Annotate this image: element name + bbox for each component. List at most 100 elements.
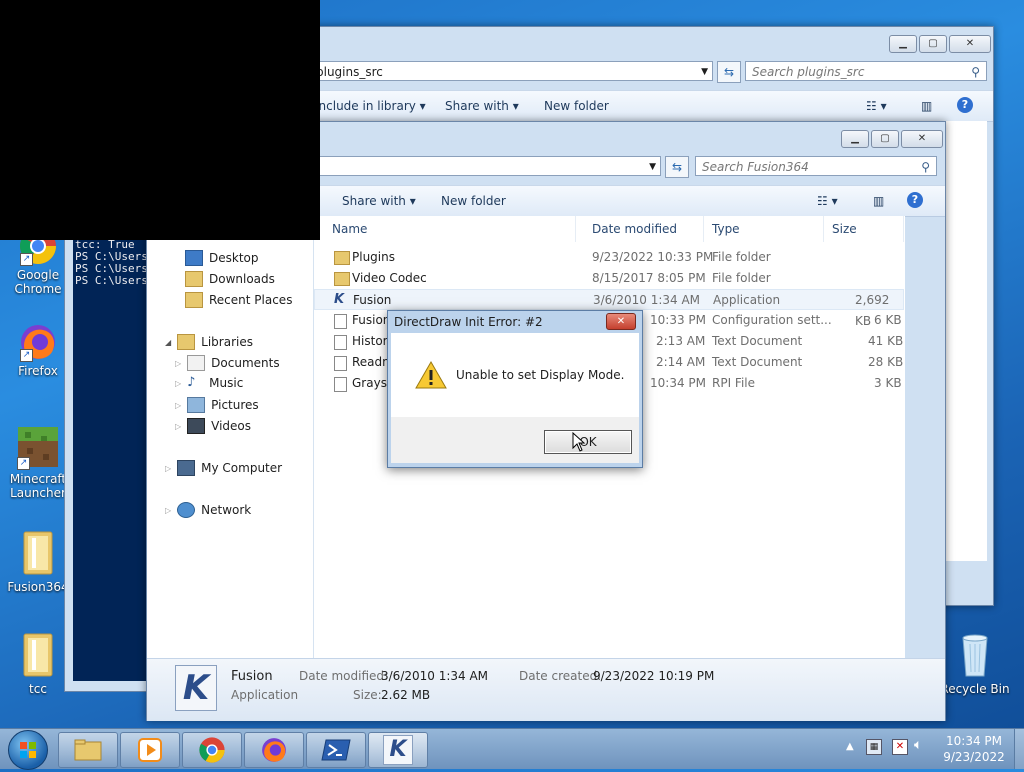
- error-dialog[interactable]: DirectDraw Init Error: #2 ✕ Unable to se…: [387, 310, 643, 468]
- desktop-icon-recycle-bin[interactable]: Recycle Bin: [940, 630, 1010, 696]
- fusion-app-icon: K: [383, 735, 413, 765]
- expand-arrow-icon[interactable]: ▷: [175, 379, 181, 388]
- details-modified: 3/6/2010 1:34 AM: [381, 669, 489, 683]
- view-options-icon[interactable]: ☷ ▾: [866, 99, 887, 113]
- ok-button[interactable]: OK: [544, 430, 632, 454]
- nav-item-libraries[interactable]: ◢ Libraries: [165, 334, 253, 350]
- column-header-name[interactable]: Name: [324, 216, 576, 242]
- desktop-icon-label: tcc: [29, 682, 47, 696]
- desktop-icon-label: Google Chrome: [14, 268, 62, 296]
- nav-item-recent-places[interactable]: Recent Places: [185, 292, 292, 308]
- file-icon: [334, 377, 347, 392]
- navigation-pane: Desktop Downloads Recent Places ◢ Librar…: [147, 216, 314, 658]
- details-size: 2.62 MB: [381, 688, 431, 702]
- search-input[interactable]: Search Fusion364 ⚲: [695, 156, 937, 176]
- details-kind: Application: [231, 688, 299, 702]
- taskbar-fusion[interactable]: K: [368, 732, 428, 768]
- nav-item-my-computer[interactable]: ▷ My Computer: [165, 460, 282, 476]
- recent-places-icon: [185, 292, 203, 308]
- desktop-icon-label: Minecraft Launcher: [9, 472, 67, 500]
- taskbar-chrome[interactable]: [182, 732, 242, 768]
- nav-item-pictures[interactable]: ▷ Pictures: [175, 397, 259, 413]
- help-icon[interactable]: ?: [907, 192, 923, 208]
- include-in-library-button[interactable]: Include in library ▾: [315, 99, 426, 113]
- share-with-button[interactable]: Share with ▾: [445, 99, 519, 113]
- nav-item-documents[interactable]: ▷ Documents: [175, 355, 280, 371]
- expand-arrow-icon[interactable]: ▷: [165, 506, 171, 515]
- file-row-selected[interactable]: K Fusion 3/6/2010 1:34 AM Application 2,…: [314, 289, 904, 328]
- desktop-icon-tcc[interactable]: tcc: [6, 630, 70, 696]
- expand-arrow-icon[interactable]: ▷: [165, 464, 171, 473]
- pictures-icon: [187, 397, 206, 413]
- expand-arrow-icon[interactable]: ▷: [175, 359, 181, 368]
- videos-icon: [187, 418, 206, 434]
- share-with-button[interactable]: Share with ▾: [342, 194, 416, 208]
- search-icon: ⚲: [971, 65, 980, 79]
- taskbar-powershell[interactable]: [306, 732, 366, 768]
- column-header-date[interactable]: Date modified: [584, 216, 704, 242]
- folder-icon: [18, 630, 58, 680]
- powershell-window[interactable]: tcc: True PS C:\Users PS C:\Users PS C:\…: [64, 220, 156, 692]
- column-header-size[interactable]: Size: [824, 216, 904, 242]
- fusion-app-icon: K: [175, 665, 217, 711]
- dialog-message: Unable to set Display Mode.: [456, 368, 625, 382]
- file-row[interactable]: Video Codec 8/15/2017 8:05 PM File folde…: [314, 268, 904, 289]
- help-icon[interactable]: ?: [957, 97, 973, 113]
- start-button[interactable]: [8, 730, 48, 770]
- content-area: [941, 121, 987, 561]
- windows-logo-icon: [20, 742, 36, 758]
- maximize-button[interactable]: ▢: [919, 35, 947, 53]
- nav-item-downloads[interactable]: Downloads: [185, 271, 275, 287]
- chevron-down-icon[interactable]: ▼: [649, 157, 656, 177]
- nav-item-desktop[interactable]: Desktop: [185, 250, 259, 266]
- powershell-console: tcc: True PS C:\Users PS C:\Users PS C:\…: [73, 225, 155, 681]
- view-options-icon[interactable]: ☷ ▾: [817, 194, 838, 208]
- new-folder-button[interactable]: New folder: [544, 99, 609, 113]
- preview-pane-icon[interactable]: ▥: [921, 99, 932, 113]
- preview-pane-icon[interactable]: ▥: [873, 194, 884, 208]
- taskbar-explorer[interactable]: [58, 732, 118, 768]
- dialog-close-button[interactable]: ✕: [606, 313, 636, 330]
- show-hidden-icons-icon[interactable]: ▲: [846, 741, 854, 752]
- minimize-button[interactable]: ▁: [889, 35, 917, 53]
- nav-item-music[interactable]: ▷ ♪ Music: [175, 376, 243, 391]
- clock-date: 9/23/2022: [943, 750, 1005, 764]
- column-header-type[interactable]: Type: [704, 216, 824, 242]
- desktop-icon-label: Firefox: [18, 364, 58, 378]
- expand-arrow-icon[interactable]: ▷: [175, 422, 181, 431]
- close-button[interactable]: ✕: [949, 35, 991, 53]
- maximize-button[interactable]: ▢: [871, 130, 899, 148]
- minimize-button[interactable]: ▁: [841, 130, 869, 148]
- taskbar: K ▲ ▦ ✕ 🔈︎ 10:34 PM 9/23/2022: [0, 728, 1024, 770]
- desktop-icon-label: Recycle Bin: [940, 682, 1010, 696]
- refresh-icon[interactable]: ⇆: [665, 156, 689, 178]
- computer-icon: [177, 460, 196, 476]
- desktop-icon-minecraft[interactable]: ↗ Minecraft Launcher: [6, 424, 70, 500]
- fusion-app-icon: K: [334, 292, 345, 307]
- taskbar-media-player[interactable]: [120, 732, 180, 768]
- clock[interactable]: 10:34 PM 9/23/2022: [940, 733, 1008, 765]
- address-bar[interactable]: ▶ ▼: [307, 156, 661, 176]
- new-folder-button[interactable]: New folder: [441, 194, 506, 208]
- documents-icon: [187, 355, 206, 371]
- expand-arrow-icon[interactable]: ▷: [175, 401, 181, 410]
- search-icon: ⚲: [921, 160, 930, 174]
- show-desktop-button[interactable]: [1014, 729, 1024, 769]
- desktop-icon-fusion364[interactable]: Fusion364: [6, 528, 70, 594]
- close-button[interactable]: ✕: [901, 130, 943, 148]
- firefox-icon: ↗: [18, 322, 58, 362]
- nav-item-videos[interactable]: ▷ Videos: [175, 418, 251, 434]
- volume-icon[interactable]: 🔈︎: [914, 737, 922, 753]
- expand-arrow-icon[interactable]: ◢: [165, 338, 171, 347]
- network-tray-icon[interactable]: ▦: [866, 739, 882, 755]
- clock-time: 10:34 PM: [946, 734, 1002, 748]
- refresh-icon[interactable]: ⇆: [717, 61, 741, 83]
- chevron-down-icon[interactable]: ▼: [701, 62, 708, 82]
- action-center-icon[interactable]: ✕: [892, 739, 908, 755]
- desktop-icon-firefox[interactable]: ↗ Firefox: [6, 322, 70, 378]
- file-row[interactable]: Plugins 9/23/2022 10:33 PM File folder: [314, 247, 904, 268]
- address-bar[interactable]: plugins_src ▼: [311, 61, 713, 81]
- taskbar-firefox[interactable]: [244, 732, 304, 768]
- nav-item-network[interactable]: ▷ Network: [165, 502, 251, 518]
- search-input[interactable]: Search plugins_src ⚲: [745, 61, 987, 81]
